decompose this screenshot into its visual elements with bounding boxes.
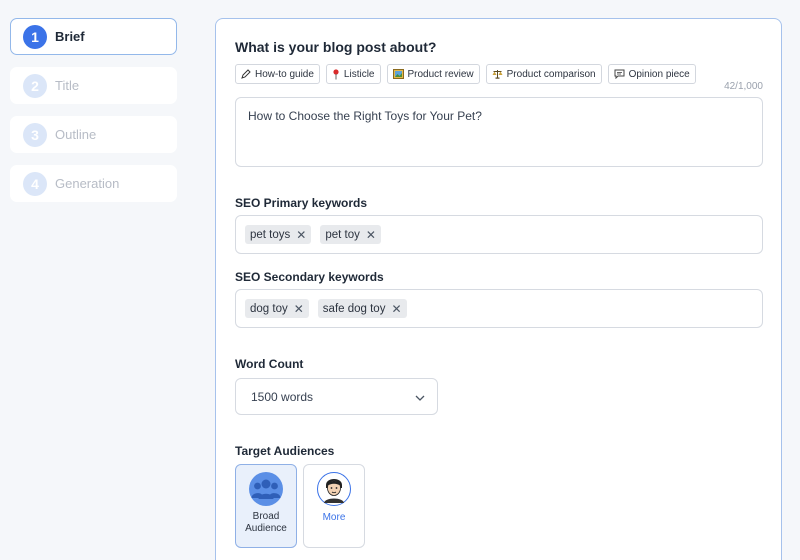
keyword-tag: safe dog toy ✕	[317, 299, 407, 318]
remove-tag-icon[interactable]: ✕	[391, 302, 401, 316]
chip-label: Product comparison	[506, 68, 596, 80]
audience-more-card[interactable]: More	[303, 464, 365, 548]
group-icon	[249, 472, 283, 506]
person-avatar-icon	[317, 472, 351, 506]
step-label: Generation	[55, 176, 120, 191]
character-counter: 42/1,000	[724, 81, 763, 92]
step-list: 1 Brief 2 Title 3 Outline 4 Generation	[10, 18, 177, 214]
remove-tag-icon[interactable]: ✕	[296, 228, 306, 242]
step-label: Outline	[55, 127, 97, 142]
step-title[interactable]: 2 Title	[10, 67, 177, 104]
keyword-text: pet toys	[250, 228, 291, 241]
framed-picture-icon	[392, 69, 404, 79]
word-count-label: Word Count	[235, 357, 304, 371]
pushpin-icon	[332, 68, 340, 80]
seo-primary-input[interactable]: pet toys ✕ pet toy ✕	[235, 215, 763, 254]
step-label: Brief	[55, 29, 85, 44]
keyword-tag: pet toys ✕	[245, 225, 312, 244]
chip-label: Opinion piece	[628, 68, 690, 80]
step-brief[interactable]: 1 Brief	[10, 18, 177, 55]
seo-primary-label: SEO Primary keywords	[235, 196, 368, 210]
step-number: 2	[23, 73, 47, 98]
topic-question: What is your blog post about?	[235, 39, 437, 55]
chip-label: How-to guide	[255, 68, 314, 80]
target-audiences-label: Target Audiences	[235, 444, 335, 458]
remove-tag-icon[interactable]: ✕	[366, 228, 376, 242]
post-type-chips: How-to guide Listicle Product review Pro…	[235, 64, 696, 84]
chip-product-comparison[interactable]: Product comparison	[485, 64, 602, 84]
scales-icon	[492, 69, 503, 79]
word-count-select[interactable]: 1500 words	[235, 378, 438, 415]
keyword-tag: dog toy ✕	[245, 299, 309, 318]
remove-tag-icon[interactable]: ✕	[294, 302, 304, 316]
speech-bubble-icon	[614, 69, 625, 79]
chip-label: Product review	[407, 68, 474, 80]
audience-broad-card[interactable]: Broad Audience	[235, 464, 297, 548]
keyword-text: pet toy	[325, 228, 360, 241]
chip-label: Listicle	[343, 68, 375, 80]
chip-opinion-piece[interactable]: Opinion piece	[607, 64, 696, 84]
keyword-text: safe dog toy	[322, 302, 386, 315]
seo-secondary-label: SEO Secondary keywords	[235, 270, 384, 284]
brief-form-card: What is your blog post about? How-to gui…	[215, 18, 782, 560]
audience-label: Broad Audience	[245, 511, 287, 534]
step-number: 1	[23, 24, 47, 49]
step-number: 3	[23, 122, 47, 147]
step-outline[interactable]: 3 Outline	[10, 116, 177, 153]
step-number: 4	[23, 171, 47, 196]
audience-label: More	[322, 512, 346, 523]
chevron-down-icon	[415, 390, 425, 404]
step-label: Title	[55, 78, 80, 93]
chip-how-to-guide[interactable]: How-to guide	[235, 64, 320, 84]
keyword-tag: pet toy ✕	[320, 225, 381, 244]
keyword-text: dog toy	[250, 302, 288, 315]
pencil-icon	[241, 69, 251, 79]
seo-secondary-input[interactable]: dog toy ✕ safe dog toy ✕	[235, 289, 763, 328]
chip-product-review[interactable]: Product review	[386, 64, 480, 84]
word-count-value: 1500 words	[251, 389, 314, 404]
step-generation[interactable]: 4 Generation	[10, 165, 177, 202]
topic-textarea[interactable]: How to Choose the Right Toys for Your Pe…	[235, 97, 763, 167]
chip-listicle[interactable]: Listicle	[325, 64, 381, 84]
